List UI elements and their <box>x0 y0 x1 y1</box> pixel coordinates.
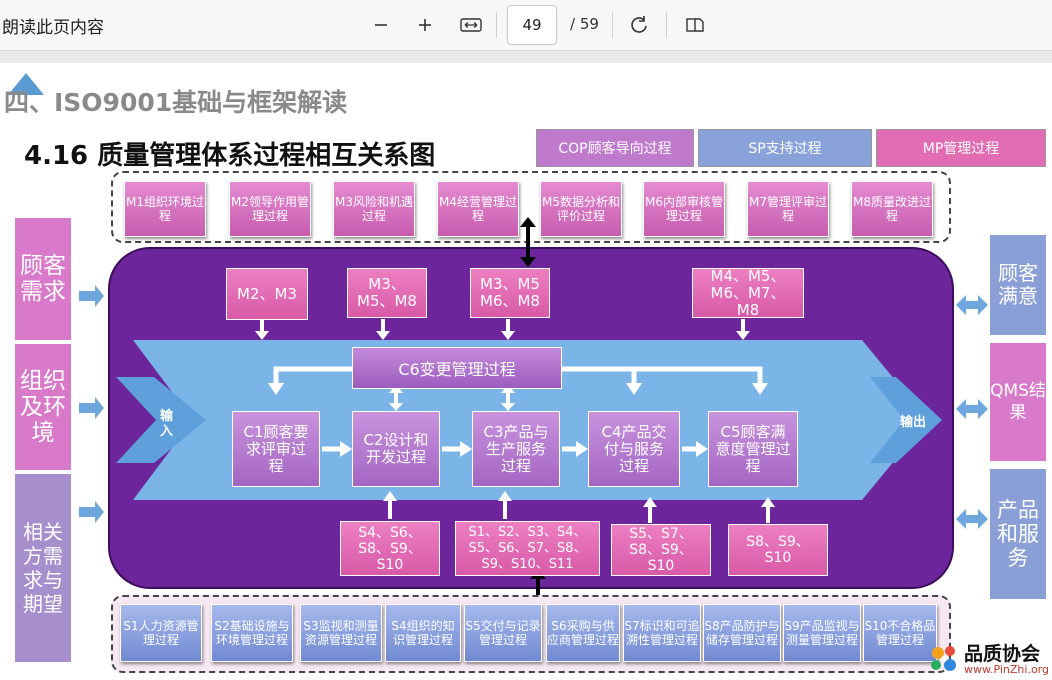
s5-box: S5交付与记录管理过程 <box>464 604 542 662</box>
m-group-box: M4、M5、M6、M7、M8 <box>692 267 804 318</box>
m-group-box: M3、M5 M6、M8 <box>470 268 550 318</box>
double-arrow-icon <box>956 399 988 419</box>
flower-logo-icon <box>931 646 956 671</box>
output-label: 输出 <box>900 415 927 430</box>
c5-process: C5顾客满意度管理过程 <box>708 411 798 487</box>
slide-page: 四、ISO9001基础与框架解读 4.16 质量管理体系过程相互关系图 COP顾… <box>0 63 1052 680</box>
logo-name: 品质协会 <box>964 643 1041 665</box>
c6-change-process: C6变更管理过程 <box>352 347 562 389</box>
s-group-box: S5、S7、S8、S9、S10 <box>611 524 711 576</box>
c2-process: C2设计和开发过程 <box>352 411 440 487</box>
right-arrow-icon <box>79 285 104 307</box>
divider <box>496 12 497 38</box>
double-arrow-icon <box>956 295 988 315</box>
zoom-in-button[interactable] <box>410 10 440 40</box>
s2-box: S2基础设施与环境管理过程 <box>211 604 293 662</box>
m-group-box: M2、M3 <box>226 268 308 320</box>
s4-box: S4组织的知识管理过程 <box>385 604 461 662</box>
pinzhi-logo: 品质协会 www.PinZhi.org <box>924 639 1052 680</box>
input-label: 输入 <box>160 409 174 439</box>
fit-width-icon <box>460 18 482 32</box>
s9-box: S9产品监视与测量管理过程 <box>783 604 861 662</box>
s-group-box: S4、S6、S8、S9、S10 <box>340 521 440 576</box>
s-group-box: S1、S2、S3、S4、S5、S6、S7、S8、S9、S10、S11 <box>455 521 600 576</box>
logo-url: www.PinZhi.org <box>964 663 1049 676</box>
plus-icon <box>419 19 431 31</box>
c4-process: C4产品交付与服务过程 <box>588 411 680 487</box>
right-arrow-icon <box>79 397 104 419</box>
minus-icon <box>375 24 387 26</box>
c3-process: C3产品与生产服务过程 <box>472 411 560 487</box>
s-group-box: S8、S9、S10 <box>728 524 828 576</box>
rotate-button[interactable] <box>624 10 654 40</box>
right-arrow-icon <box>79 501 104 523</box>
c1-process: C1顾客要求评审过程 <box>232 411 320 487</box>
divider <box>666 12 667 38</box>
s7-box: S7标识和可追溯性管理过程 <box>623 604 701 662</box>
m-group-box: M3、M5、M8 <box>347 268 427 318</box>
s3-box: S3监视和测量资源管理过程 <box>300 604 382 662</box>
page-view-icon <box>686 18 704 32</box>
s1-box: S1人力资源管理过程 <box>120 604 202 662</box>
fit-width-button[interactable] <box>456 10 486 40</box>
read-aloud-button[interactable]: 朗读此页内容 <box>2 13 104 38</box>
pdf-toolbar: 朗读此页内容 49 / 59 <box>0 0 1052 51</box>
page-view-button[interactable] <box>680 10 710 40</box>
divider <box>612 12 613 38</box>
zoom-out-button[interactable] <box>366 10 396 40</box>
total-pages: / 59 <box>570 15 599 33</box>
s8-box: S8产品防护与储存管理过程 <box>703 604 781 662</box>
page-number-input[interactable]: 49 <box>507 5 557 45</box>
rotate-icon <box>631 16 647 33</box>
s6-box: S6采购与供应商管理过程 <box>546 604 620 662</box>
double-arrow-icon <box>956 509 988 529</box>
